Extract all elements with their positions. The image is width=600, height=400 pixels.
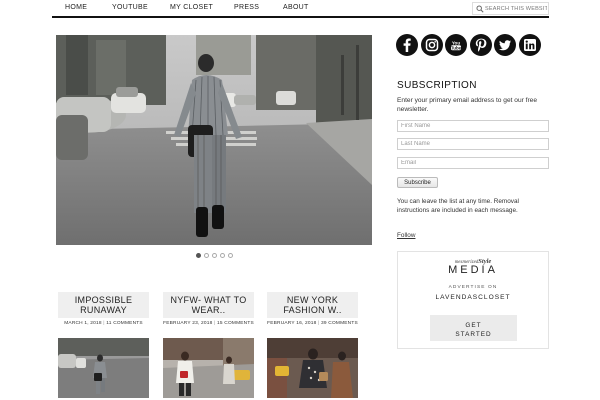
slider-pagination xyxy=(196,253,236,259)
nav-item-home[interactable]: HOME xyxy=(65,4,87,11)
post-title[interactable]: NEW YORK FASHION W.. xyxy=(267,292,358,318)
post-meta: FEBRUARY 16, 2018 | 39 COMMENTS xyxy=(267,321,358,327)
first-name-field[interactable] xyxy=(397,120,549,132)
subscription-heading: SUBSCRIPTION xyxy=(397,80,477,91)
nav-item-about[interactable]: ABOUT xyxy=(283,4,309,11)
nav-item-youtube[interactable]: YOUTUBE xyxy=(112,4,148,11)
social-icons: You Tube xyxy=(396,34,541,56)
twitter-icon[interactable] xyxy=(494,34,516,56)
ad-site-name: LAVENDASCLOSET xyxy=(435,294,511,301)
post-meta: FEBRUARY 23, 2018 | 15 COMMENTS xyxy=(163,321,254,327)
post-title[interactable]: NYFW- WHAT TO WEAR.. xyxy=(163,292,254,318)
advertise-widget: mesmerizedStyle MEDIA ADVERTISE ON LAVEN… xyxy=(397,251,549,349)
search-icon[interactable] xyxy=(476,5,484,13)
post-comments-link[interactable]: 39 COMMENTS xyxy=(321,321,358,326)
subscription-note: You can leave the list at any time. Remo… xyxy=(397,198,519,214)
slider-dot[interactable] xyxy=(220,253,225,258)
ad-media-title: MEDIA xyxy=(448,264,498,276)
slider-dot[interactable] xyxy=(204,253,209,258)
top-navigation: HOME YOUTUBE MY CLOSET PRESS ABOUT xyxy=(52,0,549,18)
nav-item-my-closet[interactable]: MY CLOSET xyxy=(170,4,213,11)
search-input[interactable] xyxy=(485,4,547,14)
post-date: MARCH 1, 2018 xyxy=(64,321,102,326)
post-date: FEBRUARY 23, 2018 xyxy=(163,321,213,326)
hero-slider-image[interactable] xyxy=(56,35,372,245)
slider-dot[interactable] xyxy=(212,253,217,258)
slider-dot[interactable] xyxy=(196,253,201,258)
youtube-icon[interactable]: You Tube xyxy=(445,34,467,56)
facebook-icon[interactable] xyxy=(396,34,418,56)
get-started-line1: GET xyxy=(465,322,482,329)
subscribe-button[interactable]: Subscribe xyxy=(397,177,438,188)
post-thumbnail[interactable] xyxy=(163,338,254,398)
subscription-intro: Enter your primary email address to get … xyxy=(397,97,537,113)
email-field[interactable] xyxy=(397,157,549,169)
post-thumbnail[interactable] xyxy=(58,338,149,398)
linkedin-icon[interactable] xyxy=(518,34,541,56)
get-started-line2: STARTED xyxy=(455,331,492,338)
post-title[interactable]: IMPOSSIBLE RUNAWAY xyxy=(58,292,149,318)
post-thumbnail[interactable] xyxy=(267,338,358,398)
pinterest-icon[interactable] xyxy=(469,34,492,56)
svg-text:Tube: Tube xyxy=(451,45,462,50)
slider-dot[interactable] xyxy=(228,253,233,258)
last-name-field[interactable] xyxy=(397,138,549,150)
get-started-button[interactable]: GET STARTED xyxy=(430,315,517,341)
post-meta: MARCH 1, 2018 | 11 COMMENTS xyxy=(58,321,149,327)
follow-link[interactable]: Follow xyxy=(397,232,415,239)
post-comments-link[interactable]: 15 COMMENTS xyxy=(217,321,254,326)
post-comments-link[interactable]: 11 COMMENTS xyxy=(106,321,143,326)
ad-advertise-on: ADVERTISE ON xyxy=(448,285,498,290)
instagram-icon[interactable] xyxy=(420,34,443,56)
nav-item-press[interactable]: PRESS xyxy=(234,4,259,11)
search-box[interactable] xyxy=(472,2,549,15)
post-date: FEBRUARY 16, 2018 xyxy=(267,321,317,326)
